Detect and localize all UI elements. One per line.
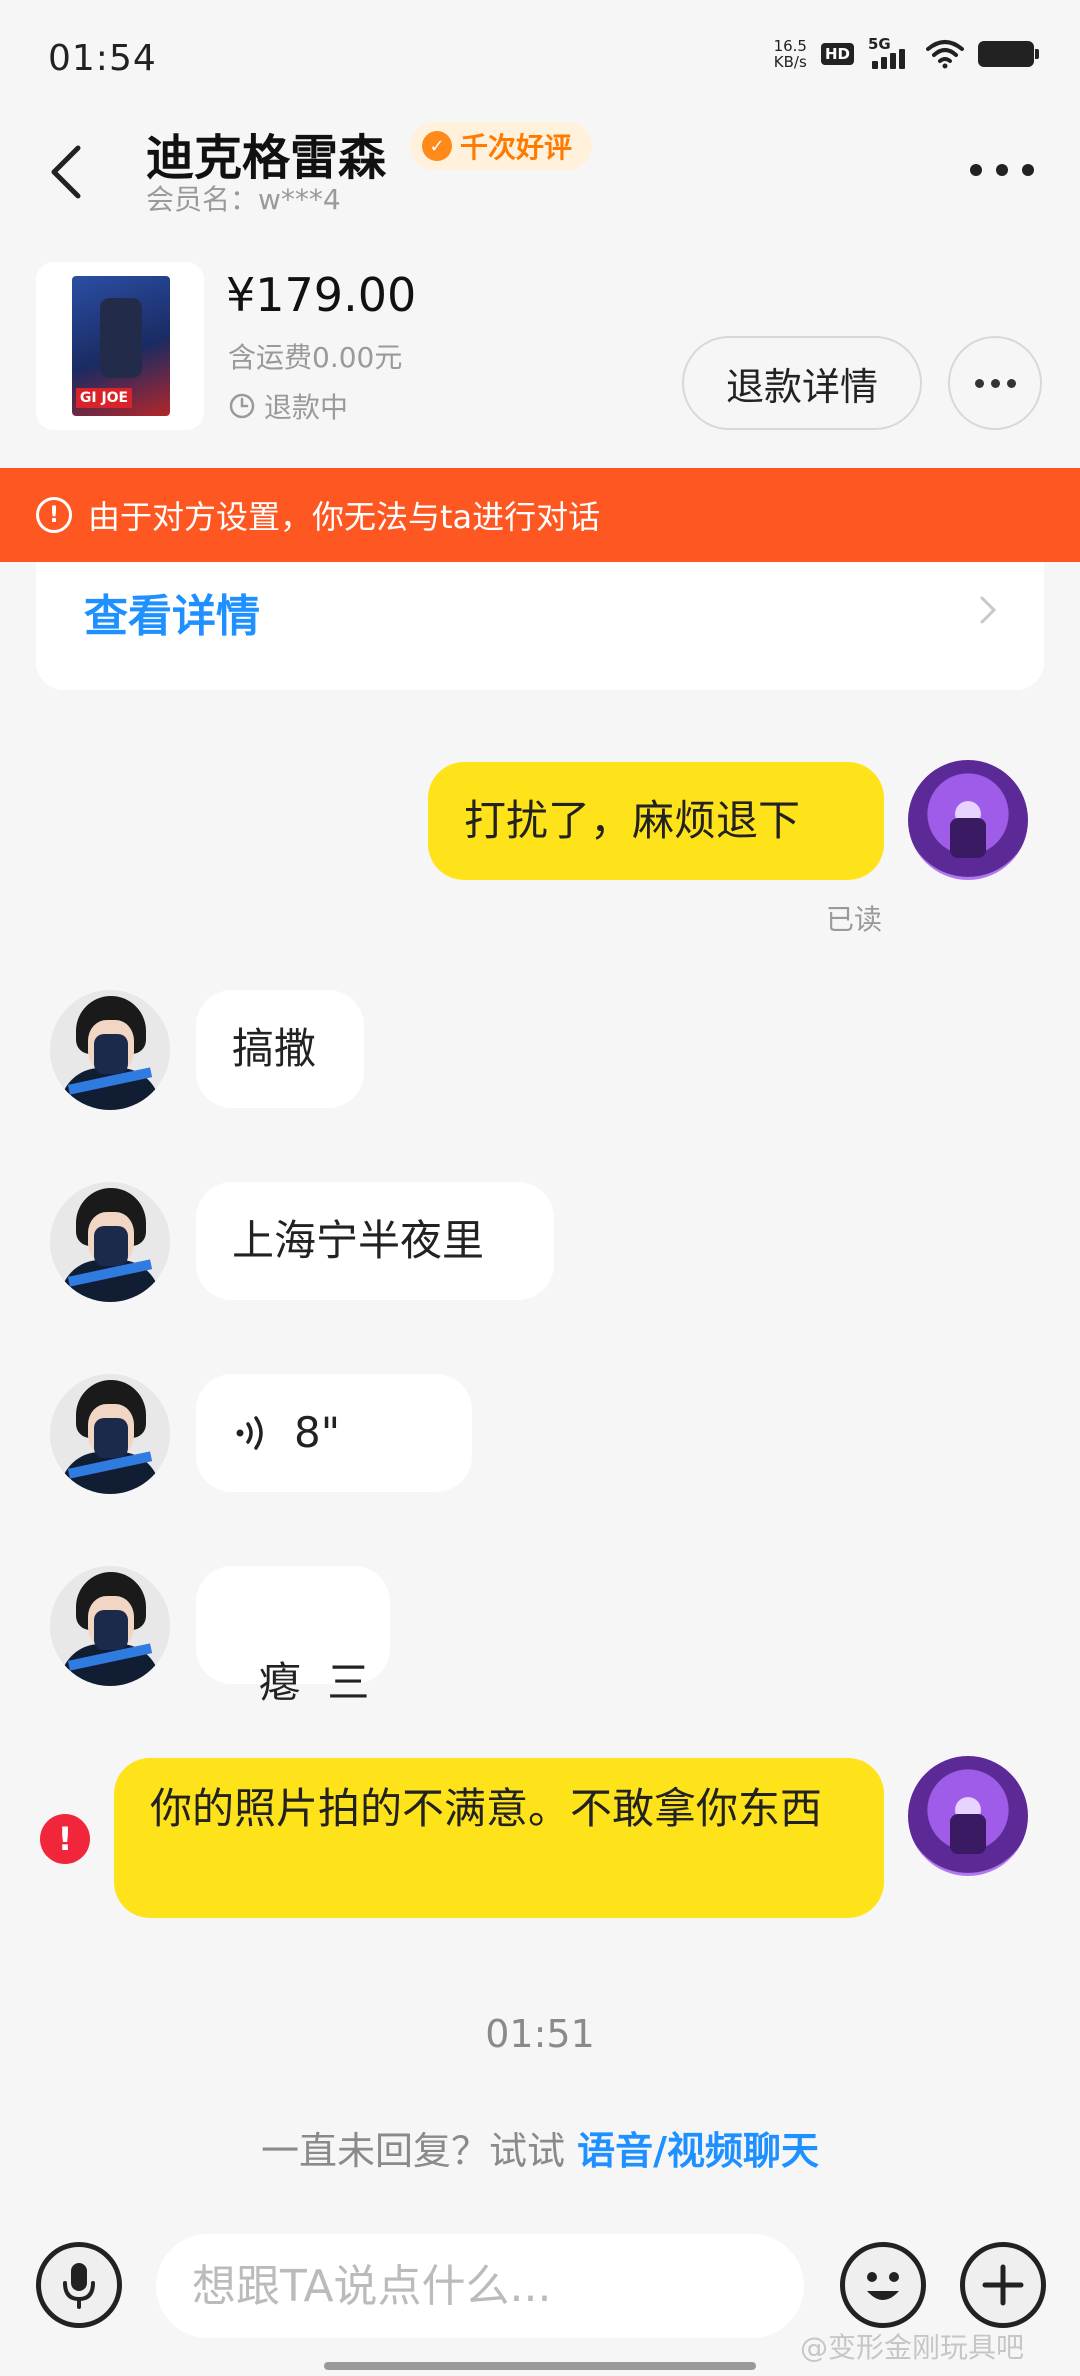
net-speed-unit: KB/s — [773, 53, 807, 71]
product-price: ¥179.00 — [226, 268, 417, 322]
more-dots-icon — [974, 378, 984, 388]
smiley-icon — [867, 2272, 899, 2300]
send-failed-icon[interactable]: ! — [40, 1814, 90, 1864]
alert-icon: ! — [36, 497, 72, 533]
message-bubble-outgoing[interactable]: 打扰了，麻烦退下 — [428, 762, 884, 880]
voice-duration: 8" — [294, 1408, 341, 1457]
microphone-icon — [63, 2263, 95, 2309]
status-bar: 01:54 16.5 KB/s HD 5G — [0, 0, 1080, 110]
input-bar — [0, 2220, 1080, 2340]
chat-header: 迪克格雷森 ✓ 千次好评 会员名：w***4 — [0, 110, 1080, 240]
clock-icon — [229, 393, 255, 419]
chat-blocked-text: 由于对方设置，你无法与ta进行对话 — [88, 498, 601, 536]
view-details-link[interactable]: 查看详情 — [84, 580, 260, 644]
shipping-fee: 含运费0.00元 — [228, 341, 403, 374]
more-options-icon[interactable] — [970, 150, 1034, 190]
home-indicator[interactable] — [324, 2362, 756, 2370]
rating-badge-label: 千次好评 — [460, 131, 573, 164]
plus-icon — [982, 2264, 1024, 2306]
message-bubble-incoming[interactable]: 上海宁半夜里 — [196, 1182, 554, 1300]
message-bubble-incoming[interactable]: 瘪 三 — [196, 1566, 390, 1707]
signal-icon: 5G — [868, 35, 912, 69]
contact-avatar[interactable] — [50, 1566, 170, 1686]
net-speed: 16.5 KB/s — [774, 38, 807, 70]
order-more-button[interactable] — [948, 336, 1042, 430]
contact-avatar[interactable] — [50, 990, 170, 1110]
voice-message-bubble[interactable]: 8" — [196, 1374, 472, 1492]
call-suggestion-text: 一直未回复？试试 — [261, 2129, 566, 2173]
chevron-right-icon — [980, 596, 997, 624]
wifi-icon — [926, 40, 964, 69]
voice-video-call-link[interactable]: 语音/视频聊天 — [577, 2129, 819, 2173]
message-bubble-outgoing[interactable]: 你的照片拍的不满意。不敢拿你东西 — [114, 1758, 884, 1918]
order-card: GI JOE ¥179.00 含运费0.00元 退款中 退款详情 — [36, 262, 1046, 432]
status-time: 01:54 — [48, 38, 157, 79]
thumbnail-logo: GI JOE — [76, 388, 132, 408]
hd-icon: HD — [820, 43, 854, 65]
message-text: 瘪 三 — [258, 1658, 370, 1707]
contact-avatar[interactable] — [50, 1374, 170, 1494]
message-text: 搞撒 — [232, 1024, 317, 1073]
message-text: 打扰了，麻烦退下 — [464, 796, 801, 845]
net-speed-value: 16.5 — [773, 37, 807, 55]
status-icons: 16.5 KB/s HD 5G — [774, 35, 1039, 70]
refund-status-label: 退款中 — [264, 391, 349, 424]
contact-avatar[interactable] — [50, 1182, 170, 1302]
my-avatar[interactable] — [908, 760, 1028, 880]
member-name: 会员名：w***4 — [146, 183, 341, 216]
product-thumbnail[interactable]: GI JOE — [36, 262, 204, 430]
refund-details-button[interactable]: 退款详情 — [682, 336, 922, 430]
watermark: @变形金刚玩具吧 — [800, 2331, 1025, 2364]
message-input[interactable] — [156, 2234, 804, 2338]
rating-badge: ✓ 千次好评 — [410, 122, 593, 170]
emoji-button[interactable] — [840, 2242, 926, 2328]
more-actions-button[interactable] — [960, 2242, 1046, 2328]
call-suggestion: 一直未回复？试试 语音/视频聊天 — [0, 2120, 1080, 2175]
message-bubble-incoming[interactable]: 搞撒 — [196, 990, 364, 1108]
back-icon[interactable] — [40, 130, 100, 210]
voice-wave-icon — [236, 1416, 263, 1450]
chat-blocked-banner: ! 由于对方设置，你无法与ta进行对话 — [0, 468, 1080, 562]
my-avatar[interactable] — [908, 1756, 1028, 1876]
chat-timestamp: 01:51 — [485, 2012, 595, 2056]
voice-input-button[interactable] — [36, 2242, 122, 2328]
message-text: 你的照片拍的不满意。不敢拿你东西 — [150, 1784, 823, 1833]
battery-icon — [978, 41, 1039, 67]
message-text: 上海宁半夜里 — [232, 1216, 485, 1265]
details-card[interactable]: 查看详情 — [36, 540, 1044, 690]
read-receipt: 已读 — [826, 903, 883, 936]
refund-status: 退款中 — [228, 386, 348, 426]
thumbs-up-icon: ✓ — [422, 131, 452, 161]
